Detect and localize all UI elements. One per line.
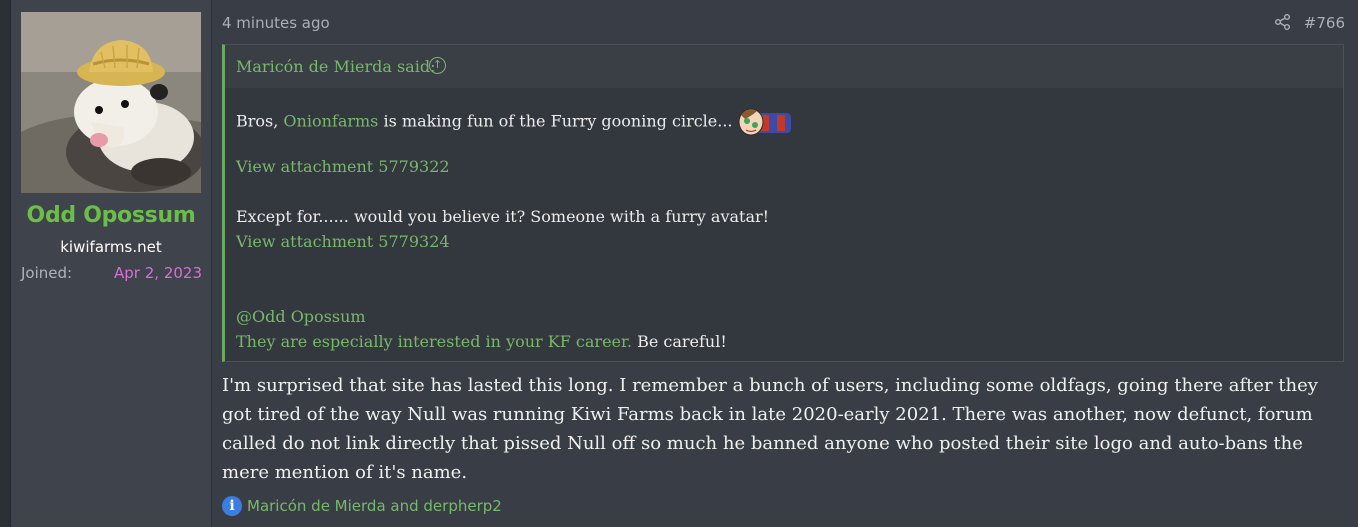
quote-block: Maricón de Mierda said: ↑ Bros, Onionfar…	[222, 44, 1344, 362]
quote-author[interactable]: Maricón de Mierda said:	[236, 57, 435, 76]
user-title: kiwifarms.net	[60, 238, 162, 256]
quote-text: Bros,	[236, 111, 284, 131]
joined-date: Apr 2, 2023	[114, 264, 202, 282]
username[interactable]: Odd Opossum	[11, 203, 211, 228]
reaction-users-link[interactable]: Maricón de Mierda and derpherp2	[247, 497, 502, 515]
joined-label: Joined:	[21, 264, 73, 282]
opossum-avatar-image	[21, 12, 201, 193]
attachment-link-2[interactable]: View attachment 5779324	[236, 232, 450, 251]
reactions-bar: i Maricón de Mierda and derpherp2	[222, 495, 502, 517]
arrow-up-circle-icon[interactable]: ↑	[429, 57, 446, 74]
forum-post: Odd Opossum kiwifarms.net Joined: Apr 2,…	[10, 0, 1358, 527]
quote-line-1: Bros, Onionfarms is making fun of the Fu…	[236, 105, 795, 139]
post-timestamp[interactable]: 4 minutes ago	[222, 14, 330, 32]
sleeping-emoji-icon	[737, 105, 795, 139]
quote-text: is making fun of the Furry gooning circl…	[378, 111, 733, 131]
onionfarms-link[interactable]: Onionfarms	[283, 112, 378, 131]
post-main-column: 4 minutes ago #766 Maricón de Mierda sai…	[212, 0, 1358, 527]
post-body-line: I'm surprised that site has lasted this …	[222, 375, 1318, 396]
post-body-line: called do not link directly that pissed …	[222, 433, 1303, 454]
user-mention[interactable]: @Odd Opossum	[236, 307, 366, 326]
avatar[interactable]	[21, 12, 201, 193]
quote-header: Maricón de Mierda said: ↑	[225, 45, 1343, 88]
post-body: I'm surprised that site has lasted this …	[222, 371, 1342, 487]
page: Odd Opossum kiwifarms.net Joined: Apr 2,…	[0, 0, 1358, 527]
post-body-line: got tired of the way Null was running Ki…	[222, 404, 1313, 425]
user-info-column: Odd Opossum kiwifarms.net Joined: Apr 2,…	[11, 0, 212, 527]
quote-text: Be careful!	[631, 332, 727, 351]
post-number-link[interactable]: #766	[1304, 14, 1345, 32]
post-body-line: mere mention of it's name.	[222, 462, 468, 483]
kf-career-link[interactable]: They are especially interested in your K…	[236, 332, 632, 351]
info-icon[interactable]: i	[222, 496, 242, 516]
quote-line-3: Except for...... would you believe it? S…	[236, 207, 770, 226]
attachment-link-1[interactable]: View attachment 5779322	[236, 157, 450, 176]
quote-last-line: They are especially interested in your K…	[236, 332, 727, 351]
share-icon[interactable]	[1274, 13, 1292, 31]
